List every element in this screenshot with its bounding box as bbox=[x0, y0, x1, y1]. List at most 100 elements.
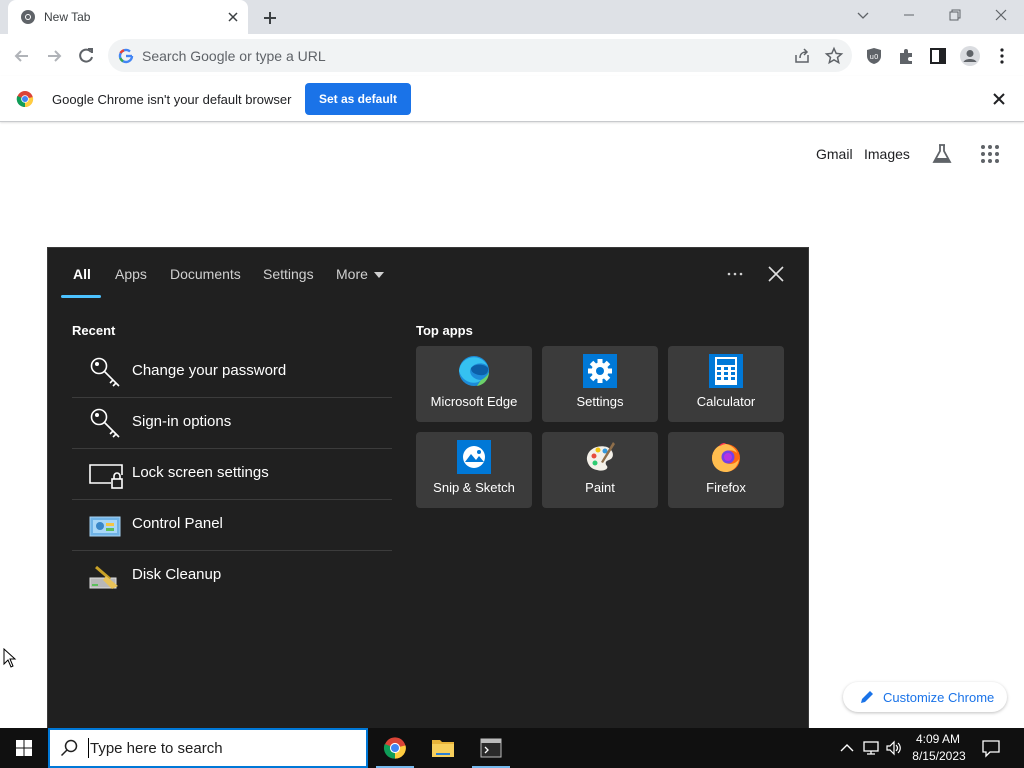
search-tab-documents[interactable]: Documents bbox=[170, 266, 241, 282]
taskbar-clock-date[interactable]: 8/15/2023 bbox=[908, 749, 970, 763]
recent-item-disk-cleanup[interactable]: Disk Cleanup bbox=[72, 551, 392, 602]
recent-item-control-panel[interactable]: Control Panel bbox=[72, 500, 392, 551]
taskbar-search-placeholder: Type here to search bbox=[90, 740, 223, 757]
mouse-cursor-icon bbox=[3, 648, 17, 668]
recent-item-sign-in-options[interactable]: Sign-in options bbox=[72, 398, 392, 449]
snip-sketch-icon bbox=[457, 440, 491, 474]
network-icon[interactable] bbox=[862, 739, 880, 757]
settings-gear-icon bbox=[583, 354, 617, 388]
recent-item-label: Lock screen settings bbox=[132, 464, 269, 481]
new-tab-plus-icon[interactable] bbox=[258, 6, 282, 30]
app-tile-microsoft-edge[interactable]: Microsoft Edge bbox=[416, 346, 532, 422]
show-hidden-icons-chevron-icon[interactable] bbox=[838, 739, 856, 757]
google-apps-grid-icon[interactable] bbox=[978, 142, 1002, 166]
tab-strip: New Tab bbox=[0, 0, 1024, 34]
search-tab-all[interactable]: All bbox=[73, 266, 91, 282]
taskbar-app-file-explorer[interactable] bbox=[420, 728, 466, 768]
lock-screen-icon bbox=[89, 464, 123, 489]
app-label: Microsoft Edge bbox=[430, 394, 518, 409]
terminal-window-icon bbox=[480, 738, 502, 758]
more-options-ellipsis-icon[interactable] bbox=[724, 264, 746, 284]
app-tile-firefox[interactable]: Firefox bbox=[668, 432, 784, 508]
paint-icon bbox=[586, 442, 615, 471]
app-tile-snip-sketch[interactable]: Snip & Sketch bbox=[416, 432, 532, 508]
reload-icon[interactable] bbox=[72, 42, 100, 70]
app-label: Firefox bbox=[706, 480, 746, 495]
close-window-icon[interactable] bbox=[986, 4, 1016, 26]
recent-item-label: Control Panel bbox=[132, 515, 223, 532]
taskbar-search-box[interactable]: Type here to search bbox=[48, 728, 368, 768]
windows-start-icon[interactable] bbox=[0, 728, 48, 768]
chrome-logo-icon bbox=[16, 91, 34, 108]
text-cursor-caret bbox=[88, 738, 89, 758]
search-tab-more[interactable]: More bbox=[336, 266, 368, 282]
action-center-notification-icon[interactable] bbox=[981, 738, 1001, 758]
app-label: Paint bbox=[585, 480, 615, 495]
chrome-menu-dots-icon[interactable] bbox=[991, 45, 1013, 67]
control-panel-icon bbox=[89, 516, 121, 537]
share-icon[interactable] bbox=[792, 46, 812, 66]
recent-item-label: Disk Cleanup bbox=[132, 566, 222, 583]
app-tile-calculator[interactable]: Calculator bbox=[668, 346, 784, 422]
images-link[interactable]: Images bbox=[864, 146, 910, 162]
close-tab-icon[interactable] bbox=[224, 8, 242, 26]
key-icon bbox=[90, 357, 120, 387]
ublock-shield-icon[interactable]: u0 bbox=[863, 45, 885, 67]
side-panel-icon[interactable] bbox=[927, 45, 949, 67]
back-arrow-icon[interactable] bbox=[8, 42, 36, 70]
edge-icon bbox=[459, 356, 489, 386]
chevron-down-icon[interactable] bbox=[373, 270, 385, 280]
app-label: Snip & Sketch bbox=[433, 480, 515, 495]
active-tab-indicator bbox=[61, 295, 101, 298]
taskbar-clock-time[interactable]: 4:09 AM bbox=[912, 732, 964, 746]
infobar-message: Google Chrome isn't your default browser bbox=[52, 92, 292, 107]
bookmark-star-icon[interactable] bbox=[824, 46, 844, 66]
restore-icon[interactable] bbox=[940, 4, 970, 26]
toolbar: Search Google or type a URL u0 bbox=[0, 34, 1024, 76]
app-tile-paint[interactable]: Paint bbox=[542, 432, 658, 508]
close-icon[interactable] bbox=[766, 264, 786, 284]
disk-cleanup-icon bbox=[89, 565, 118, 589]
taskbar-app-chrome[interactable] bbox=[372, 728, 418, 768]
tab-title: New Tab bbox=[44, 10, 91, 24]
omnibox-placeholder: Search Google or type a URL bbox=[142, 48, 326, 64]
taskbar-app-terminal[interactable] bbox=[468, 728, 514, 768]
calculator-icon bbox=[709, 354, 743, 388]
tab-search-chevron-icon[interactable] bbox=[848, 4, 878, 26]
firefox-icon bbox=[712, 442, 740, 472]
search-tab-apps[interactable]: Apps bbox=[115, 266, 147, 282]
customize-chrome-label: Customize Chrome bbox=[883, 690, 995, 705]
omnibox[interactable]: Search Google or type a URL bbox=[108, 39, 852, 72]
app-label: Settings bbox=[576, 394, 624, 409]
chrome-logo-icon bbox=[383, 737, 406, 759]
customize-chrome-button[interactable]: Customize Chrome bbox=[843, 682, 1007, 712]
recent-item-label: Change your password bbox=[132, 362, 287, 379]
app-tile-settings[interactable]: Settings bbox=[542, 346, 658, 422]
search-tab-settings[interactable]: Settings bbox=[263, 266, 314, 282]
labs-flask-icon[interactable] bbox=[930, 142, 954, 166]
recent-item-label: Sign-in options bbox=[132, 413, 232, 430]
windows-search-panel: All Apps Documents Settings More Recent … bbox=[47, 247, 809, 728]
pencil-icon bbox=[861, 691, 873, 703]
profile-avatar-icon[interactable] bbox=[959, 45, 981, 67]
recent-item-change-password[interactable]: Change your password bbox=[72, 347, 392, 398]
taskbar: Type here to search 4:09 AM 8/15/2023 bbox=[0, 728, 1024, 768]
minimize-icon[interactable] bbox=[894, 4, 924, 26]
tab-new-tab[interactable]: New Tab bbox=[8, 0, 248, 34]
infobar-close-icon[interactable] bbox=[991, 91, 1007, 107]
app-label: Calculator bbox=[696, 394, 756, 409]
default-browser-infobar: Google Chrome isn't your default browser… bbox=[0, 76, 1024, 122]
set-as-default-button[interactable]: Set as default bbox=[305, 83, 411, 115]
folder-icon bbox=[432, 740, 454, 757]
key-icon bbox=[90, 408, 120, 438]
top-apps-heading: Top apps bbox=[416, 323, 473, 338]
google-g-icon bbox=[118, 48, 134, 64]
forward-arrow-icon[interactable] bbox=[40, 42, 68, 70]
svg-text:u0: u0 bbox=[870, 53, 879, 61]
extensions-puzzle-icon[interactable] bbox=[895, 45, 917, 67]
volume-icon[interactable] bbox=[885, 739, 903, 757]
gmail-link[interactable]: Gmail bbox=[816, 146, 853, 162]
search-icon bbox=[60, 739, 78, 757]
chrome-favicon-icon bbox=[21, 10, 35, 24]
recent-item-lock-screen-settings[interactable]: Lock screen settings bbox=[72, 449, 392, 500]
